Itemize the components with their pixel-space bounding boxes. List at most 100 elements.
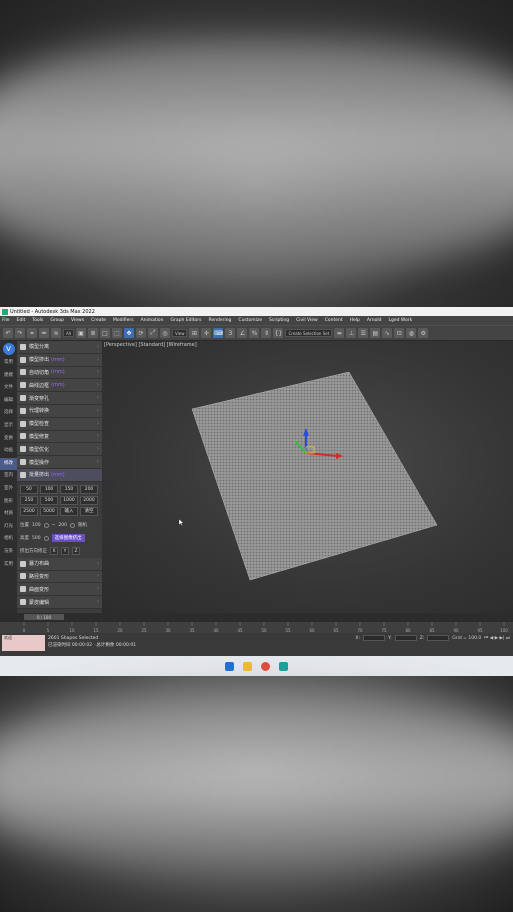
menu-item-animation[interactable]: Animation bbox=[141, 318, 164, 323]
menu-item-civil-view[interactable]: Civil View bbox=[296, 318, 318, 323]
bind-space-warp-icon[interactable]: ≋ bbox=[51, 328, 61, 338]
mirror-icon[interactable]: ⇹ bbox=[334, 328, 345, 338]
x-field[interactable] bbox=[363, 635, 386, 641]
panel-row[interactable]: 代理转换 › bbox=[17, 404, 102, 418]
percent-snap-icon[interactable]: % bbox=[249, 328, 260, 338]
plugin-tab[interactable]: 建模 bbox=[0, 370, 17, 383]
position-min-field[interactable]: 100 bbox=[32, 523, 41, 528]
menu-item-create[interactable]: Create bbox=[91, 318, 106, 323]
time-slider-handle[interactable]: 0 / 100 bbox=[24, 614, 64, 620]
panel-row[interactable]: 自动切角 (mm) › bbox=[17, 366, 102, 380]
menu-item-file[interactable]: File bbox=[2, 318, 10, 323]
plugin-tab[interactable]: 材质 bbox=[0, 508, 17, 521]
preset-button[interactable]: 2000 bbox=[80, 495, 98, 505]
plugin-tab[interactable]: 室内 bbox=[0, 470, 17, 483]
plugin-tab[interactable]: 编辑 bbox=[0, 395, 17, 408]
toggle-ribbon-icon[interactable]: ▤ bbox=[370, 328, 381, 338]
reference-coordinate-dropdown[interactable]: View bbox=[171, 329, 188, 337]
menu-item-modifiers[interactable]: Modifiers bbox=[113, 318, 134, 323]
menu-item-lged-work[interactable]: Lged Work bbox=[388, 318, 412, 323]
select-image-extrude-button[interactable]: 选择图像挤出 bbox=[51, 534, 85, 543]
random-radio[interactable] bbox=[69, 522, 75, 528]
panel-row[interactable]: 路径变形 › bbox=[17, 570, 102, 584]
panel-row[interactable]: 蒙皮编辑 › bbox=[17, 596, 102, 609]
height-field[interactable]: 500 bbox=[32, 536, 41, 541]
menu-item-customize[interactable]: Customize bbox=[238, 318, 262, 323]
perspective-viewport[interactable]: [Perspective] [Standard] [Wireframe] bbox=[102, 341, 513, 613]
placement-icon[interactable]: ◎ bbox=[159, 328, 170, 338]
panel-row[interactable]: 模型修复 › bbox=[17, 430, 102, 444]
snaps-toggle-icon[interactable]: 3 bbox=[225, 328, 236, 338]
preset-button[interactable]: 输入 bbox=[60, 506, 78, 516]
chrome-icon[interactable] bbox=[261, 661, 270, 671]
plugin-tab[interactable]: 显示 bbox=[0, 420, 17, 433]
plugin-tab[interactable]: 选择 bbox=[0, 407, 17, 420]
time-slider[interactable]: 0 / 100 bbox=[0, 613, 513, 621]
menu-item-content[interactable]: Content bbox=[325, 318, 343, 323]
position-max-field[interactable]: 200 bbox=[58, 523, 67, 528]
select-object-icon[interactable]: ▣ bbox=[75, 328, 86, 338]
preset-button[interactable]: 250 bbox=[20, 495, 38, 505]
preset-button[interactable]: 2500 bbox=[20, 506, 38, 516]
file-explorer-icon[interactable] bbox=[243, 661, 252, 671]
align-icon[interactable]: ⊥ bbox=[346, 328, 357, 338]
z-field[interactable] bbox=[427, 635, 450, 641]
plugin-tab[interactable]: 动画 bbox=[0, 445, 17, 458]
panel-row[interactable]: 模型挤出 (mm) › bbox=[17, 353, 102, 367]
material-editor-icon[interactable]: ◍ bbox=[406, 328, 417, 338]
preset-button[interactable]: 500 bbox=[40, 495, 58, 505]
position-radio[interactable] bbox=[43, 522, 49, 528]
panel-row[interactable]: 暴力布曲 › bbox=[17, 557, 102, 571]
plugin-logo-icon[interactable]: V bbox=[2, 343, 15, 355]
plugin-tab[interactable]: 文件 bbox=[0, 382, 17, 395]
render-setup-icon[interactable]: ⚙ bbox=[418, 328, 429, 338]
windows-start-icon[interactable] bbox=[225, 661, 234, 671]
batch-extrude-row[interactable]: 批量挤出 (mm) bbox=[17, 468, 102, 482]
preset-button[interactable]: 100 bbox=[40, 484, 58, 494]
undo-icon[interactable]: ↶ bbox=[3, 328, 13, 338]
pivot-icon[interactable]: ⊞ bbox=[189, 328, 200, 338]
preset-button[interactable]: 5000 bbox=[40, 506, 58, 516]
height-radio[interactable] bbox=[43, 535, 49, 541]
unlink-icon[interactable]: ⚮ bbox=[39, 328, 49, 338]
angle-snap-icon[interactable]: ∠ bbox=[237, 328, 248, 338]
play-controls[interactable]: ⏮ ◀ ▶ ▶| ⏭ bbox=[484, 635, 510, 641]
menu-item-graph-editors[interactable]: Graph Editors bbox=[171, 318, 202, 323]
plugin-tab[interactable]: 常用 bbox=[0, 357, 17, 370]
y-field[interactable] bbox=[394, 635, 417, 641]
plugin-tab[interactable]: 渲染 bbox=[0, 546, 17, 559]
preset-button[interactable]: 200 bbox=[80, 484, 98, 494]
preset-button[interactable]: 50 bbox=[20, 484, 38, 494]
rectangle-select-icon[interactable]: □ bbox=[99, 328, 110, 338]
menu-item-edit[interactable]: Edit bbox=[17, 318, 26, 323]
plugin-tab[interactable]: 修改 bbox=[0, 457, 17, 471]
menu-item-scripting[interactable]: Scripting bbox=[269, 318, 289, 323]
preset-button[interactable]: 清空 bbox=[80, 506, 98, 516]
panel-row[interactable]: 曲面变形 › bbox=[17, 583, 102, 597]
redo-icon[interactable]: ↷ bbox=[15, 328, 25, 338]
axis-x-button[interactable]: X bbox=[50, 547, 58, 556]
plugin-tab[interactable]: 相机 bbox=[0, 533, 17, 546]
plugin-tab[interactable]: 实用 bbox=[0, 559, 17, 572]
menu-item-views[interactable]: Views bbox=[71, 318, 84, 323]
rotate-icon[interactable]: ⟳ bbox=[135, 328, 146, 338]
panel-row[interactable]: 模型优化 › bbox=[17, 443, 102, 457]
plugin-tab[interactable]: 室外 bbox=[0, 483, 17, 496]
maxscript-listener[interactable]: 欢迎 bbox=[2, 635, 45, 651]
panel-row[interactable]: 渐变穿孔 › bbox=[17, 392, 102, 405]
layer-explorer-icon[interactable]: ☰ bbox=[358, 328, 369, 338]
move-icon[interactable]: ✥ bbox=[123, 328, 134, 338]
plugin-tab[interactable]: 变换 bbox=[0, 433, 17, 446]
axis-z-button[interactable]: Z bbox=[72, 547, 80, 556]
named-selection-set-dropdown[interactable]: Create Selection Set bbox=[285, 329, 333, 337]
select-by-name-icon[interactable]: ≣ bbox=[87, 328, 98, 338]
keyboard-shortcut-override-icon[interactable]: ⌨ bbox=[213, 328, 224, 338]
link-icon[interactable]: ⚭ bbox=[27, 328, 37, 338]
menu-item-rendering[interactable]: Rendering bbox=[208, 318, 231, 323]
plugin-tab[interactable]: 灯光 bbox=[0, 521, 17, 534]
preset-button[interactable]: 150 bbox=[60, 484, 78, 494]
panel-row[interactable]: 曲线边框 (mm) › bbox=[17, 379, 102, 393]
edit-named-selection-icon[interactable]: {} bbox=[273, 328, 284, 338]
selection-filter-dropdown[interactable]: All bbox=[63, 329, 74, 337]
axis-y-button[interactable]: Y bbox=[61, 547, 69, 556]
